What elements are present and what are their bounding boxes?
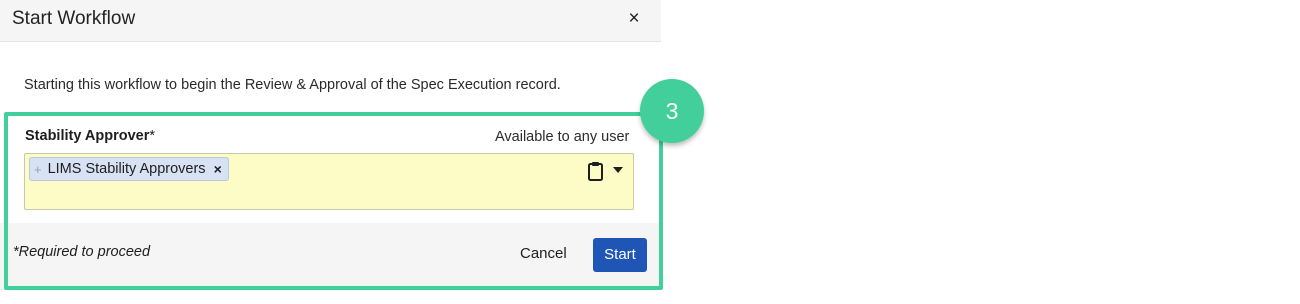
- chip-label: LIMS Stability Approvers: [47, 161, 206, 177]
- required-marker: *: [149, 128, 156, 144]
- required-note: *Required to proceed: [13, 244, 151, 260]
- remove-chip-icon[interactable]: ×: [214, 161, 222, 177]
- close-icon[interactable]: ×: [624, 7, 644, 31]
- caret-down-icon[interactable]: [613, 167, 623, 173]
- start-workflow-dialog: Start Workflow × Starting this workflow …: [0, 0, 661, 290]
- expand-icon[interactable]: +: [34, 162, 42, 177]
- dialog-header: Start Workflow ×: [0, 0, 661, 42]
- dialog-footer: *Required to proceed Cancel Start: [0, 223, 661, 290]
- dialog-title: Start Workflow: [12, 8, 136, 29]
- workflow-description: Starting this workflow to begin the Revi…: [24, 77, 561, 93]
- clipboard-icon[interactable]: [587, 161, 604, 181]
- selected-approver-chip[interactable]: + LIMS Stability Approvers ×: [29, 157, 229, 181]
- availability-text: Available to any user: [495, 129, 630, 145]
- cancel-button[interactable]: Cancel: [520, 245, 567, 262]
- step-number-badge: 3: [640, 79, 704, 143]
- start-button[interactable]: Start: [593, 238, 647, 272]
- stability-approver-picker[interactable]: + LIMS Stability Approvers ×: [24, 153, 634, 210]
- field-label-text: Stability Approver: [25, 128, 150, 144]
- stability-approver-label: Stability Approver*: [25, 128, 155, 144]
